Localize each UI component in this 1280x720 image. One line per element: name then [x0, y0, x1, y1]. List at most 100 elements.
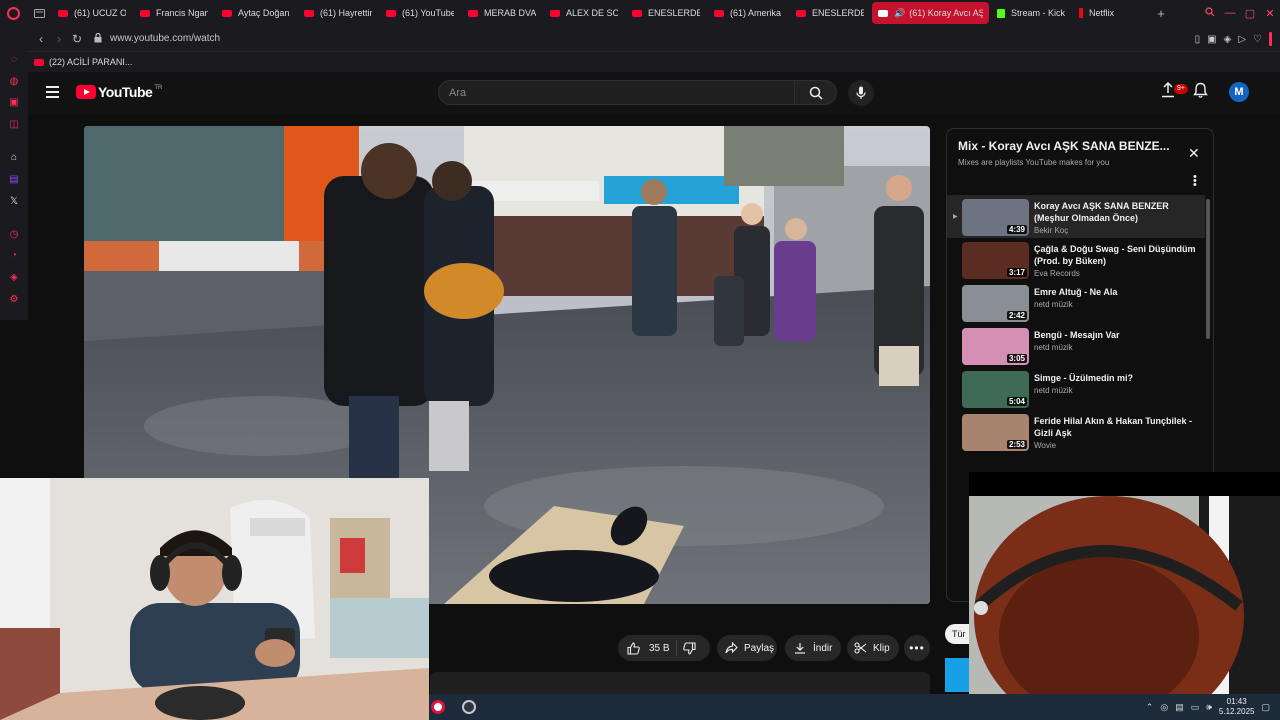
- playlist-item[interactable]: 3:05 Bengü - Mesajın Var netd müzik: [947, 324, 1205, 367]
- new-tab-button[interactable]: +: [1151, 6, 1171, 21]
- clock-icon[interactable]: ◔: [8, 250, 20, 262]
- browser-tab[interactable]: Stream - Kick: [991, 2, 1071, 24]
- share-button[interactable]: Paylaş: [717, 635, 777, 661]
- close-window-button[interactable]: ✕: [1260, 7, 1280, 20]
- playlist-thumbnail[interactable]: 2:42: [962, 285, 1029, 322]
- url-field[interactable]: www.youtube.com/watch: [110, 33, 220, 44]
- search-input[interactable]: [439, 81, 794, 104]
- playlist-item[interactable]: 2:53 Feride Hilal Akın & Hakan Tunçbilek …: [947, 410, 1205, 453]
- youtube-logo-text: YouTube: [98, 84, 153, 100]
- playlist-item-title[interactable]: Feride Hilal Akın & Hakan Tunçbilek - Gi…: [1034, 415, 1200, 439]
- extension-bar-icon[interactable]: [1269, 32, 1272, 46]
- playlist-title[interactable]: Mix - Koray Avcı AŞK SANA BENZE...: [958, 139, 1178, 153]
- download-button[interactable]: İndir: [785, 635, 841, 661]
- download-label: İndir: [813, 642, 833, 654]
- clip-button[interactable]: Klip: [847, 635, 899, 661]
- playlist-item-title[interactable]: Çağla & Doğu Swag - Seni Düşündüm (Prod.…: [1034, 243, 1200, 267]
- menu-icon[interactable]: [46, 86, 59, 98]
- more-actions-button[interactable]: •••: [904, 635, 930, 661]
- playlist-item-title[interactable]: Emre Altuğ - Ne Ala: [1034, 286, 1200, 298]
- upload-button[interactable]: [1161, 81, 1175, 103]
- printer-icon[interactable]: ▤: [1175, 702, 1184, 713]
- reload-button[interactable]: ↻: [68, 32, 86, 46]
- playlist-thumbnail[interactable]: 4:39: [962, 199, 1029, 236]
- playlist-item[interactable]: 3:17 Çağla & Doğu Swag - Seni Düşündüm (P…: [947, 238, 1205, 281]
- tab-label: (61) UCUZ OR: [74, 8, 126, 18]
- taskbar-clock[interactable]: 01:43 5.12.2025: [1219, 697, 1255, 717]
- playlist-thumbnail[interactable]: 3:17: [962, 242, 1029, 279]
- playlist-item-title[interactable]: Bengü - Mesajın Var: [1034, 329, 1200, 341]
- clock-time: 01:43: [1226, 697, 1247, 706]
- browser-tab[interactable]: MERAB DVAL: [462, 2, 542, 24]
- browser-tab[interactable]: ALEX DE SO: [544, 2, 624, 24]
- speaker-icon[interactable]: 🔊: [894, 8, 905, 19]
- playlist-thumbnail[interactable]: 2:53: [962, 414, 1029, 451]
- more-vertical-icon[interactable]: • • •: [1193, 172, 1197, 191]
- opera-taskbar-icon[interactable]: [431, 700, 445, 714]
- bookmark-item[interactable]: (22) ACİLİ PARANI...: [34, 57, 132, 67]
- browser-tab[interactable]: Aytaç Doğan: [216, 2, 296, 24]
- aria-icon[interactable]: ◌: [8, 54, 20, 66]
- notification-center-icon[interactable]: ▢: [1261, 702, 1270, 713]
- opera-logo-icon[interactable]: [0, 0, 26, 26]
- bookmark-icon[interactable]: ▯: [1195, 34, 1201, 45]
- tab-active[interactable]: 🔊 (61) Koray Avcı AŞK: [872, 2, 989, 24]
- snapshot-icon[interactable]: ▣: [1207, 34, 1216, 45]
- extensions-icon[interactable]: ◈: [8, 272, 20, 284]
- browser-tab[interactable]: ENESLERDEY: [626, 2, 706, 24]
- like-button[interactable]: 35 B: [618, 641, 670, 655]
- filter-chip[interactable]: Tür: [945, 624, 971, 644]
- playlist-item-title[interactable]: Koray Avcı AŞK SANA BENZER (Meşhur Olmad…: [1034, 200, 1200, 224]
- player-icon[interactable]: ▷: [1238, 34, 1246, 45]
- playlist-thumbnail[interactable]: 3:05: [962, 328, 1029, 365]
- playlist-item-title[interactable]: Simge - Üzülmedin mi?: [1034, 372, 1200, 384]
- browser-tab[interactable]: (61) UCUZ OR: [52, 2, 132, 24]
- playlist-item[interactable]: 5:04 Simge - Üzülmedin mi? netd müzik: [947, 367, 1205, 410]
- network-icon[interactable]: ▭: [1191, 702, 1200, 713]
- volume-icon[interactable]: 🕪: [1206, 702, 1212, 713]
- minimize-button[interactable]: —: [1220, 7, 1240, 19]
- pinboard-icon[interactable]: ⌂: [8, 152, 20, 164]
- scissors-icon: [854, 642, 867, 654]
- close-icon[interactable]: ✕: [1188, 145, 1200, 162]
- forward-button[interactable]: ›: [50, 32, 68, 46]
- browser-tab[interactable]: Francis Ngan: [134, 2, 214, 24]
- obs-taskbar-icon[interactable]: [462, 700, 476, 714]
- playlist-item-channel: Wovie: [1034, 441, 1057, 450]
- maximize-button[interactable]: ▢: [1240, 7, 1260, 20]
- browser-tab[interactable]: (61) YouTube: [380, 2, 460, 24]
- voice-search-button[interactable]: [848, 80, 874, 106]
- browser-tab[interactable]: Netflix: [1073, 2, 1143, 24]
- playlist-item-channel: netd müzik: [1034, 300, 1073, 309]
- playlist-thumbnail[interactable]: 5:04: [962, 371, 1029, 408]
- back-button[interactable]: ‹: [32, 32, 50, 46]
- search-button[interactable]: [795, 80, 837, 105]
- instagram-icon[interactable]: ◫: [8, 119, 20, 131]
- tab-menu-icon[interactable]: [26, 0, 52, 26]
- youtube-logo[interactable]: YouTube TR: [76, 84, 162, 100]
- vpn-shield-icon[interactable]: ◈: [1224, 34, 1232, 45]
- bag-icon[interactable]: ◍: [8, 76, 20, 88]
- player-sidebar-icon[interactable]: ▣: [8, 97, 20, 109]
- search-tabs-icon[interactable]: [1200, 6, 1220, 20]
- dislike-button[interactable]: [682, 641, 696, 655]
- playlist-item[interactable]: ▶ 4:39 Koray Avcı AŞK SANA BENZER (Meşhur …: [947, 195, 1205, 238]
- browser-tab[interactable]: ENESLERDEY: [790, 2, 870, 24]
- search-icon: [809, 86, 823, 100]
- history-icon[interactable]: ◷: [8, 229, 20, 241]
- description-box[interactable]: [430, 672, 930, 694]
- playlist-scrollbar[interactable]: [1206, 199, 1210, 339]
- heart-icon[interactable]: ♡: [1253, 34, 1262, 45]
- settings-icon[interactable]: ⚙: [8, 294, 20, 306]
- notifications-button[interactable]: [1193, 82, 1208, 103]
- tray-chevron-icon[interactable]: ⌃: [1146, 702, 1154, 713]
- browser-tab[interactable]: (61) Amerika: [708, 2, 788, 24]
- twitch-icon[interactable]: ▤: [8, 174, 20, 186]
- playlist-item[interactable]: 2:42 Emre Altuğ - Ne Ala netd müzik: [947, 281, 1205, 324]
- x-icon[interactable]: 𝕏: [8, 196, 20, 208]
- playlist-item-channel: Bekir Koç: [1034, 226, 1069, 235]
- browser-tab[interactable]: (61) Hayrettin: [298, 2, 378, 24]
- tray-app-icon[interactable]: ◎: [1160, 702, 1168, 713]
- avatar[interactable]: M: [1229, 82, 1249, 102]
- webcam-image: [0, 478, 429, 720]
